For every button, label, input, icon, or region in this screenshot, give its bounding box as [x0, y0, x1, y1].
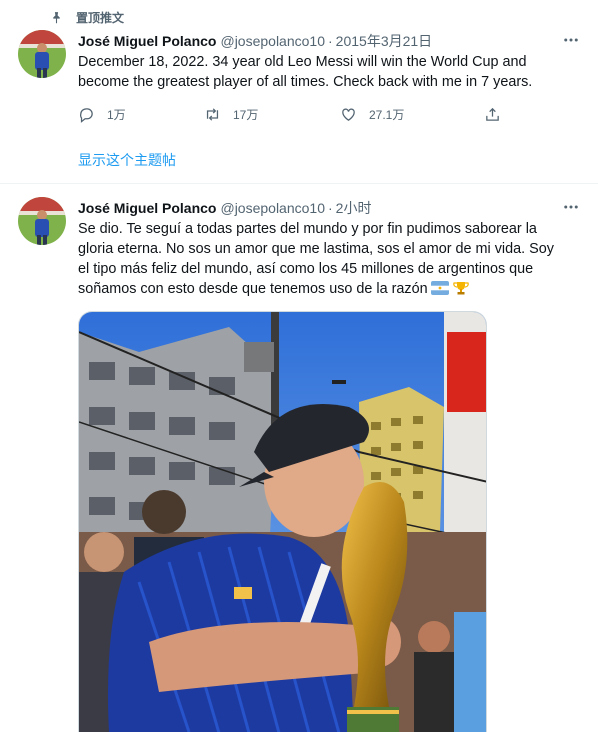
avatar[interactable] [18, 30, 66, 78]
tweet-timestamp[interactable]: 2015年3月21日 [336, 31, 433, 51]
tweet-text: Se dio. Te seguí a todas partes del mund… [78, 221, 554, 297]
reply-count: 1万 [107, 107, 126, 122]
tweet[interactable]: José Miguel Polanco @josepolanco10 · 2小时… [0, 184, 598, 732]
pinned-tweet[interactable]: 置顶推文 José Miguel Polanco @josepolanco10 … [0, 0, 598, 183]
like-button[interactable]: 27.1万 [340, 103, 404, 125]
pinned-label: 置顶推文 [76, 10, 125, 25]
argentina-flag-icon [430, 281, 449, 295]
retweet-icon [206, 107, 219, 121]
show-thread-link[interactable]: 显示这个主题帖 [78, 150, 176, 170]
heart-icon [342, 108, 355, 121]
tweet-actions: 1万 17万 27.1万 [78, 103, 518, 125]
more-dots-icon [564, 205, 578, 209]
author-handle[interactable]: @josepolanco10 [220, 33, 325, 49]
reply-button[interactable]: 1万 [78, 103, 126, 125]
author-name[interactable]: José Miguel Polanco [78, 200, 216, 216]
tweet-timestamp[interactable]: 2小时 [336, 198, 372, 218]
more-options-button[interactable] [558, 197, 584, 217]
retweet-count: 17万 [233, 107, 259, 122]
author-handle[interactable]: @josepolanco10 [220, 200, 325, 216]
tweet-photo[interactable] [78, 311, 487, 732]
pinned-indicator: 置顶推文 [50, 9, 124, 25]
separator: · [328, 33, 333, 49]
separator: · [328, 200, 333, 216]
more-dots-icon [564, 38, 578, 42]
tweet-text: December 18, 2022. 34 year old Leo Messi… [78, 54, 533, 90]
share-icon [486, 107, 499, 121]
like-count: 27.1万 [369, 107, 405, 122]
tweet-header: José Miguel Polanco @josepolanco10 · 201… [78, 31, 432, 51]
tweet-header: José Miguel Polanco @josepolanco10 · 2小时 [78, 198, 371, 218]
retweet-button[interactable]: 17万 [204, 103, 258, 125]
author-name[interactable]: José Miguel Polanco [78, 33, 216, 49]
more-options-button[interactable] [558, 30, 584, 50]
avatar[interactable] [18, 197, 66, 245]
fan-kissing-trophy-photo [79, 312, 486, 732]
avatar-image [18, 197, 66, 245]
share-button[interactable] [484, 103, 501, 125]
trophy-icon [452, 282, 469, 295]
tweet-text-block: Se dio. Te seguí a todas partes del mund… [78, 219, 566, 299]
avatar-image [18, 30, 66, 78]
pin-icon [53, 11, 60, 23]
reply-icon [80, 107, 93, 123]
